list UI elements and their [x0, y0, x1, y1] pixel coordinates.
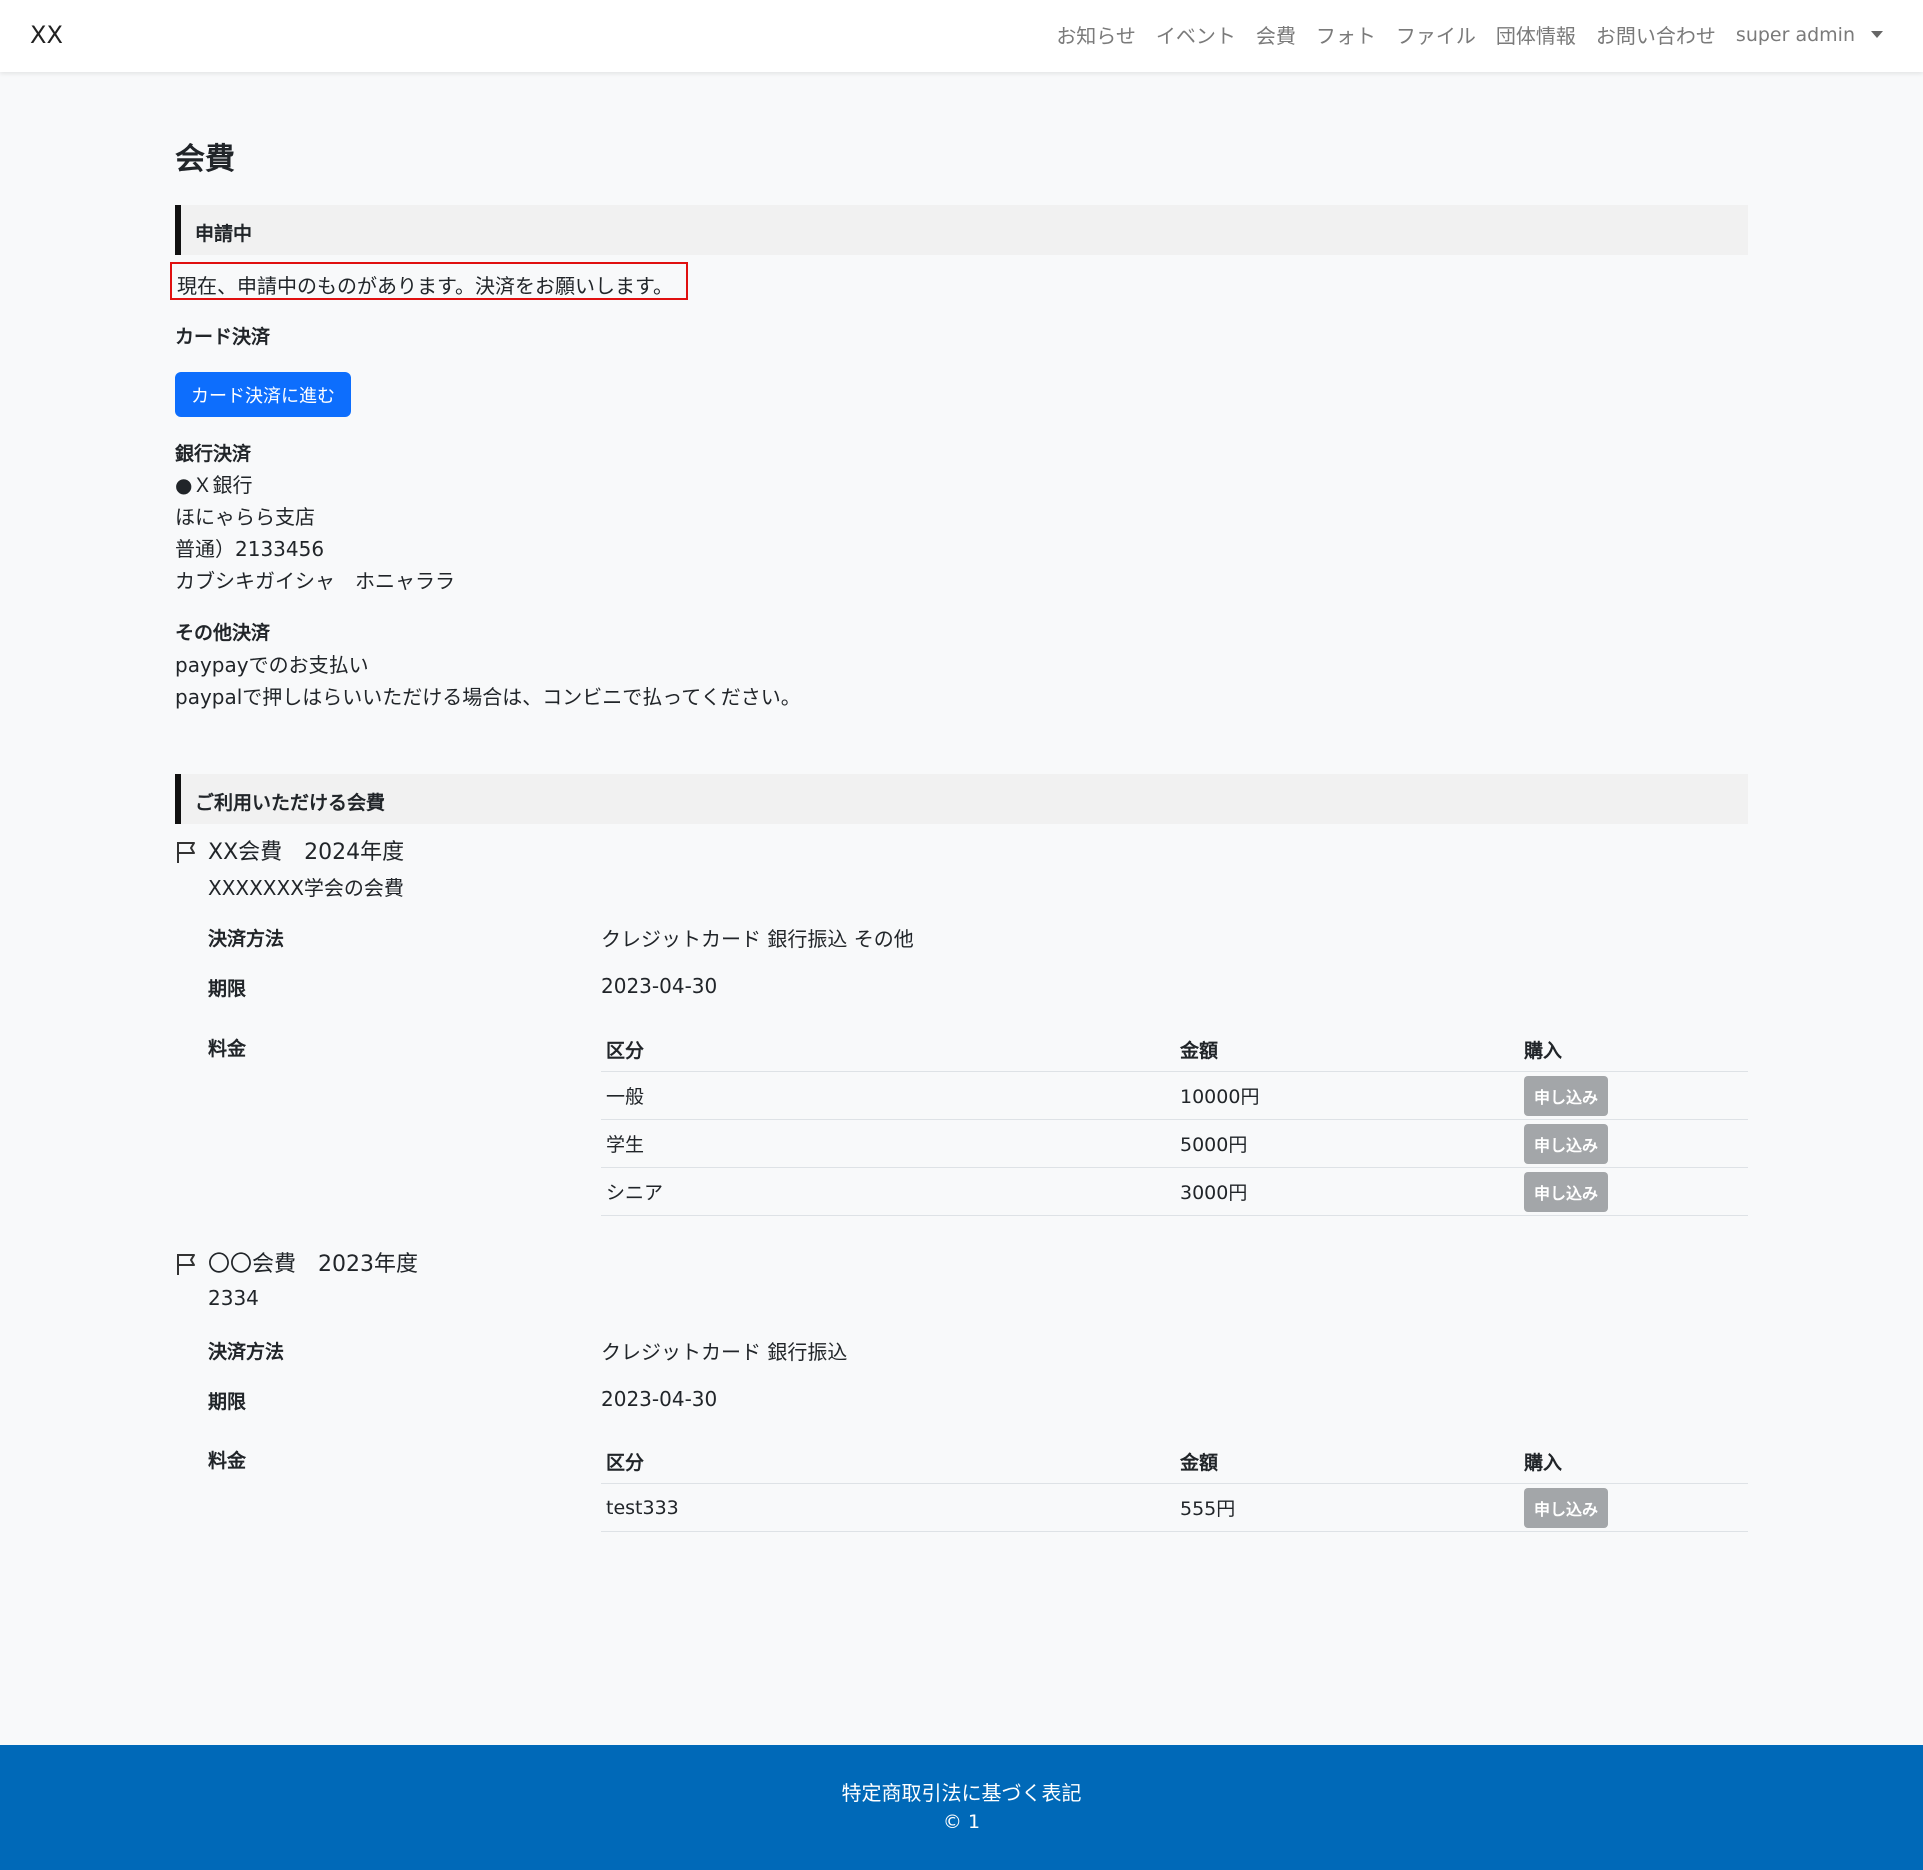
apply-button[interactable]: 申し込み [1524, 1487, 1609, 1528]
other-payment-line: paypalで押しはらいいただける場合は、コンビニで払ってください。 [175, 685, 801, 709]
cell-purchase: 申し込み [1519, 1119, 1748, 1168]
payment-method-label: 決済方法 [208, 1341, 285, 1363]
fee-description: 2334 [208, 1286, 259, 1310]
column-header-purchase: 購入 [1519, 1440, 1748, 1484]
column-header-kingaku: 金額 [1175, 1028, 1519, 1072]
cell-kingaku: 10000円 [1175, 1071, 1519, 1120]
deadline-label: 期限 [208, 1391, 247, 1413]
brand-logo[interactable]: XX [30, 21, 63, 49]
fee-title: XX会費 2024年度 [208, 840, 405, 865]
table-header-row: 区分 金額 購入 [601, 1440, 1748, 1484]
footer: 特定商取引法に基づく表記 © 1 [0, 1745, 1923, 1870]
flag-icon [177, 842, 195, 863]
bank-line: ほにゃらら支店 [175, 505, 315, 529]
card-payment-heading: カード決済 [175, 326, 271, 348]
cell-kingaku: 3000円 [1175, 1167, 1519, 1216]
deadline-value: 2023-04-30 [601, 974, 718, 998]
apply-button[interactable]: 申し込み [1524, 1123, 1609, 1164]
bank-line: 普通）2133456 [175, 537, 325, 561]
cell-kubun: シニア [601, 1167, 1175, 1216]
fee-title: 〇〇会費 2023年度 [208, 1252, 418, 1277]
deadline-label: 期限 [208, 978, 247, 1000]
payment-method-value: クレジットカード 銀行振込 [601, 1340, 848, 1364]
table-header-row: 区分 金額 購入 [601, 1028, 1748, 1072]
cell-purchase: 申し込み [1519, 1167, 1748, 1216]
pending-message: 現在、申請中のものがあります。決済をお願いします。 [170, 262, 688, 300]
pending-section-title: 申請中 [195, 223, 253, 245]
navbar: XX お知らせ イベント 会費 フォト ファイル 団体情報 お問い合わせ sup… [0, 0, 1923, 72]
table-row: 一般 10000円 申し込み [601, 1071, 1748, 1120]
nav-link-contact[interactable]: お問い合わせ [1596, 20, 1716, 49]
fee-label: 料金 [208, 1450, 247, 1472]
price-table: 区分 金額 購入 test333 555円 申し込み [601, 1440, 1748, 1532]
cell-kingaku: 555円 [1175, 1483, 1519, 1532]
cell-kingaku: 5000円 [1175, 1119, 1519, 1168]
price-table: 区分 金額 購入 一般 10000円 申し込み 学生 5000円 申し込み シニ… [601, 1028, 1748, 1216]
cell-purchase: 申し込み [1519, 1483, 1748, 1532]
legal-notice-link[interactable]: 特定商取引法に基づく表記 [0, 1777, 1923, 1806]
available-section-header: ご利用いただける会費 [175, 774, 1748, 824]
cell-kubun: 学生 [601, 1119, 1175, 1168]
deadline-value: 2023-04-30 [601, 1387, 718, 1411]
nav-link-photos[interactable]: フォト [1316, 20, 1376, 49]
apply-button[interactable]: 申し込み [1524, 1171, 1609, 1212]
flag-icon [177, 1254, 195, 1275]
page-title: 会費 [175, 142, 235, 177]
nav-link-fees[interactable]: 会費 [1256, 20, 1296, 49]
pending-section-header: 申請中 [175, 205, 1748, 255]
table-row: 学生 5000円 申し込み [601, 1119, 1748, 1168]
bank-payment-heading: 銀行決済 [175, 443, 252, 465]
fee-item: XX会費 2024年度 XXXXXXX学会の会費 決済方法 クレジットカード 銀… [175, 834, 1748, 1294]
user-menu[interactable]: super admin [1736, 20, 1883, 49]
nav-link-files[interactable]: ファイル [1396, 20, 1476, 49]
column-header-kubun: 区分 [601, 1440, 1175, 1484]
other-payment-line: paypayでのお支払い [175, 653, 369, 677]
copyright: © 1 [942, 1811, 981, 1833]
table-row: test333 555円 申し込み [601, 1483, 1748, 1532]
nav-link-news[interactable]: お知らせ [1056, 20, 1136, 49]
bank-line: ●Ｘ銀行 [175, 473, 253, 497]
card-payment-button[interactable]: カード決済に進む [175, 372, 351, 417]
caret-down-icon [1871, 31, 1883, 38]
payment-method-label: 決済方法 [208, 928, 285, 950]
nav-link-events[interactable]: イベント [1156, 20, 1236, 49]
column-header-kingaku: 金額 [1175, 1440, 1519, 1484]
payment-method-value: クレジットカード 銀行振込 その他 [601, 927, 914, 951]
table-row: シニア 3000円 申し込み [601, 1167, 1748, 1216]
fee-item: 〇〇会費 2023年度 2334 決済方法 クレジットカード 銀行振込 期限 2… [175, 1246, 1748, 1606]
available-section-title: ご利用いただける会費 [195, 792, 386, 814]
column-header-purchase: 購入 [1519, 1028, 1748, 1072]
fee-label: 料金 [208, 1038, 247, 1060]
nav-link-organization[interactable]: 団体情報 [1496, 20, 1576, 49]
user-name: super admin [1735, 23, 1855, 46]
cell-kubun: test333 [601, 1483, 1175, 1532]
other-payment-heading: その他決済 [175, 622, 271, 644]
column-header-kubun: 区分 [601, 1028, 1175, 1072]
apply-button[interactable]: 申し込み [1524, 1075, 1609, 1116]
fee-description: XXXXXXX学会の会費 [208, 876, 404, 900]
cell-kubun: 一般 [601, 1071, 1175, 1120]
cell-purchase: 申し込み [1519, 1071, 1748, 1120]
nav-links: お知らせ イベント 会費 フォト ファイル 団体情報 お問い合わせ super … [1056, 20, 1883, 49]
bank-line: カブシキガイシャ ホニャララ [175, 569, 455, 593]
